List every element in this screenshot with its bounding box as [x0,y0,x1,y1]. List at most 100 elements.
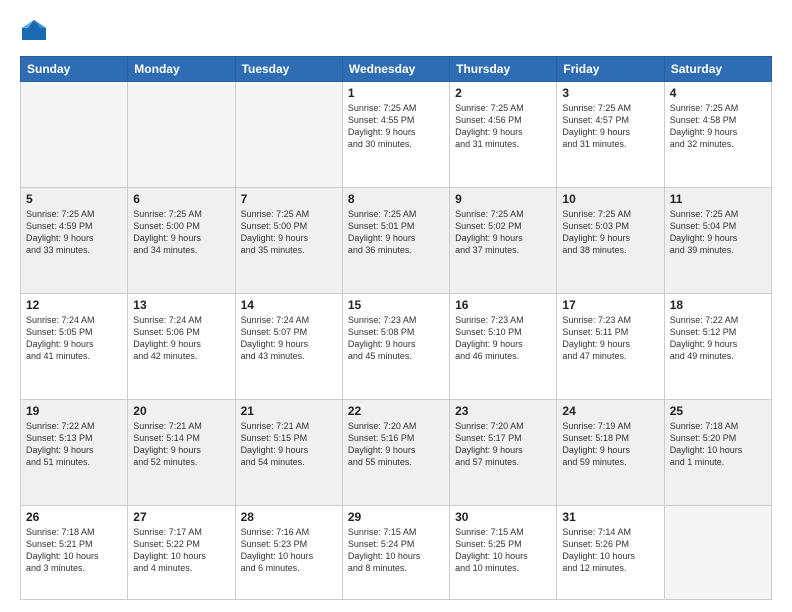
day-number: 30 [455,510,551,524]
day-info: Sunrise: 7:23 AM Sunset: 5:11 PM Dayligh… [562,314,658,363]
logo-icon [20,18,48,46]
day-number: 14 [241,298,337,312]
day-info: Sunrise: 7:23 AM Sunset: 5:08 PM Dayligh… [348,314,444,363]
day-number: 25 [670,404,766,418]
calendar-cell: 18Sunrise: 7:22 AM Sunset: 5:12 PM Dayli… [664,294,771,400]
calendar-cell [235,82,342,188]
day-info: Sunrise: 7:20 AM Sunset: 5:16 PM Dayligh… [348,420,444,469]
day-number: 15 [348,298,444,312]
calendar-cell: 26 Sunrise: 7:18 AM Sunset: 5:21 PM Dayli… [21,506,128,600]
calendar-cell: 28 Sunrise: 7:16 AM Sunset: 5:23 PM Dayli… [235,506,342,600]
weekday-header-monday: Monday [128,57,235,82]
day-number: 20 [133,404,229,418]
calendar-cell: 13Sunrise: 7:24 AM Sunset: 5:06 PM Dayli… [128,294,235,400]
day-number: 7 [241,192,337,206]
day-info: Sunrise: 7:25 AM Sunset: 4:56 PM Dayligh… [455,102,551,151]
week-row-1: 1 Sunrise: 7:25 AM Sunset: 4:55 PM Daylig… [21,82,772,188]
day-number: 27 [133,510,229,524]
day-number: 11 [670,192,766,206]
day-info: Sunrise: 7:25 AM Sunset: 4:58 PM Dayligh… [670,102,766,151]
day-number: 17 [562,298,658,312]
day-info: Sunrise: 7:18 AM Sunset: 5:20 PM Dayligh… [670,420,766,469]
day-number: 2 [455,86,551,100]
calendar-cell [664,506,771,600]
page: SundayMondayTuesdayWednesdayThursdayFrid… [0,0,792,612]
day-number: 28 [241,510,337,524]
calendar-cell: 21 Sunrise: 7:21 AM Sunset: 5:15 PM Dayli… [235,400,342,506]
day-info: Sunrise: 7:21 AM Sunset: 5:15 PM Dayligh… [241,420,337,469]
week-row-3: 12Sunrise: 7:24 AM Sunset: 5:05 PM Dayli… [21,294,772,400]
day-info: Sunrise: 7:15 AM Sunset: 5:25 PM Dayligh… [455,526,551,575]
weekday-header-friday: Friday [557,57,664,82]
day-number: 16 [455,298,551,312]
day-info: Sunrise: 7:14 AM Sunset: 5:26 PM Dayligh… [562,526,658,575]
day-number: 12 [26,298,122,312]
calendar-cell: 9 Sunrise: 7:25 AM Sunset: 5:02 PM Daylig… [450,188,557,294]
calendar-cell: 3Sunrise: 7:25 AM Sunset: 4:57 PM Daylig… [557,82,664,188]
calendar-cell: 8 Sunrise: 7:25 AM Sunset: 5:01 PM Daylig… [342,188,449,294]
calendar-cell: 17 Sunrise: 7:23 AM Sunset: 5:11 PM Dayli… [557,294,664,400]
day-number: 29 [348,510,444,524]
day-info: Sunrise: 7:25 AM Sunset: 5:00 PM Dayligh… [241,208,337,257]
logo [20,18,52,46]
day-info: Sunrise: 7:25 AM Sunset: 5:00 PM Dayligh… [133,208,229,257]
calendar-cell: 12Sunrise: 7:24 AM Sunset: 5:05 PM Dayli… [21,294,128,400]
calendar-cell: 27Sunrise: 7:17 AM Sunset: 5:22 PM Dayli… [128,506,235,600]
calendar-cell: 22Sunrise: 7:20 AM Sunset: 5:16 PM Dayli… [342,400,449,506]
day-info: Sunrise: 7:21 AM Sunset: 5:14 PM Dayligh… [133,420,229,469]
day-number: 4 [670,86,766,100]
day-info: Sunrise: 7:25 AM Sunset: 5:04 PM Dayligh… [670,208,766,257]
day-number: 9 [455,192,551,206]
calendar-cell: 30 Sunrise: 7:15 AM Sunset: 5:25 PM Dayli… [450,506,557,600]
day-info: Sunrise: 7:24 AM Sunset: 5:06 PM Dayligh… [133,314,229,363]
calendar-cell: 5 Sunrise: 7:25 AM Sunset: 4:59 PM Daylig… [21,188,128,294]
day-number: 19 [26,404,122,418]
day-info: Sunrise: 7:20 AM Sunset: 5:17 PM Dayligh… [455,420,551,469]
week-row-5: 26 Sunrise: 7:18 AM Sunset: 5:21 PM Dayli… [21,506,772,600]
day-info: Sunrise: 7:23 AM Sunset: 5:10 PM Dayligh… [455,314,551,363]
day-info: Sunrise: 7:25 AM Sunset: 4:59 PM Dayligh… [26,208,122,257]
calendar-cell: 7 Sunrise: 7:25 AM Sunset: 5:00 PM Daylig… [235,188,342,294]
day-info: Sunrise: 7:18 AM Sunset: 5:21 PM Dayligh… [26,526,122,575]
calendar-cell: 16 Sunrise: 7:23 AM Sunset: 5:10 PM Dayli… [450,294,557,400]
weekday-header-row: SundayMondayTuesdayWednesdayThursdayFrid… [21,57,772,82]
day-number: 21 [241,404,337,418]
calendar-cell: 24Sunrise: 7:19 AM Sunset: 5:18 PM Dayli… [557,400,664,506]
calendar-cell [128,82,235,188]
day-info: Sunrise: 7:25 AM Sunset: 5:03 PM Dayligh… [562,208,658,257]
day-info: Sunrise: 7:15 AM Sunset: 5:24 PM Dayligh… [348,526,444,575]
day-number: 23 [455,404,551,418]
day-info: Sunrise: 7:25 AM Sunset: 4:55 PM Dayligh… [348,102,444,151]
header [20,18,772,46]
calendar-cell: 15 Sunrise: 7:23 AM Sunset: 5:08 PM Dayli… [342,294,449,400]
calendar-cell: 4 Sunrise: 7:25 AM Sunset: 4:58 PM Daylig… [664,82,771,188]
week-row-2: 5 Sunrise: 7:25 AM Sunset: 4:59 PM Daylig… [21,188,772,294]
weekday-header-thursday: Thursday [450,57,557,82]
calendar-cell: 31 Sunrise: 7:14 AM Sunset: 5:26 PM Dayli… [557,506,664,600]
calendar-cell [21,82,128,188]
day-info: Sunrise: 7:22 AM Sunset: 5:13 PM Dayligh… [26,420,122,469]
day-number: 5 [26,192,122,206]
day-number: 1 [348,86,444,100]
day-info: Sunrise: 7:25 AM Sunset: 5:02 PM Dayligh… [455,208,551,257]
day-number: 8 [348,192,444,206]
day-info: Sunrise: 7:22 AM Sunset: 5:12 PM Dayligh… [670,314,766,363]
calendar-cell: 23 Sunrise: 7:20 AM Sunset: 5:17 PM Dayli… [450,400,557,506]
weekday-header-wednesday: Wednesday [342,57,449,82]
day-info: Sunrise: 7:25 AM Sunset: 5:01 PM Dayligh… [348,208,444,257]
day-number: 10 [562,192,658,206]
day-info: Sunrise: 7:16 AM Sunset: 5:23 PM Dayligh… [241,526,337,575]
day-number: 31 [562,510,658,524]
calendar-cell: 10 Sunrise: 7:25 AM Sunset: 5:03 PM Dayli… [557,188,664,294]
weekday-header-sunday: Sunday [21,57,128,82]
weekday-header-tuesday: Tuesday [235,57,342,82]
calendar-cell: 14 Sunrise: 7:24 AM Sunset: 5:07 PM Dayli… [235,294,342,400]
day-info: Sunrise: 7:25 AM Sunset: 4:57 PM Dayligh… [562,102,658,151]
calendar-cell: 25 Sunrise: 7:18 AM Sunset: 5:20 PM Dayli… [664,400,771,506]
day-info: Sunrise: 7:24 AM Sunset: 5:07 PM Dayligh… [241,314,337,363]
calendar-table: SundayMondayTuesdayWednesdayThursdayFrid… [20,56,772,600]
calendar-cell: 6Sunrise: 7:25 AM Sunset: 5:00 PM Daylig… [128,188,235,294]
calendar-cell: 19 Sunrise: 7:22 AM Sunset: 5:13 PM Dayli… [21,400,128,506]
calendar-cell: 29 Sunrise: 7:15 AM Sunset: 5:24 PM Dayli… [342,506,449,600]
day-number: 26 [26,510,122,524]
